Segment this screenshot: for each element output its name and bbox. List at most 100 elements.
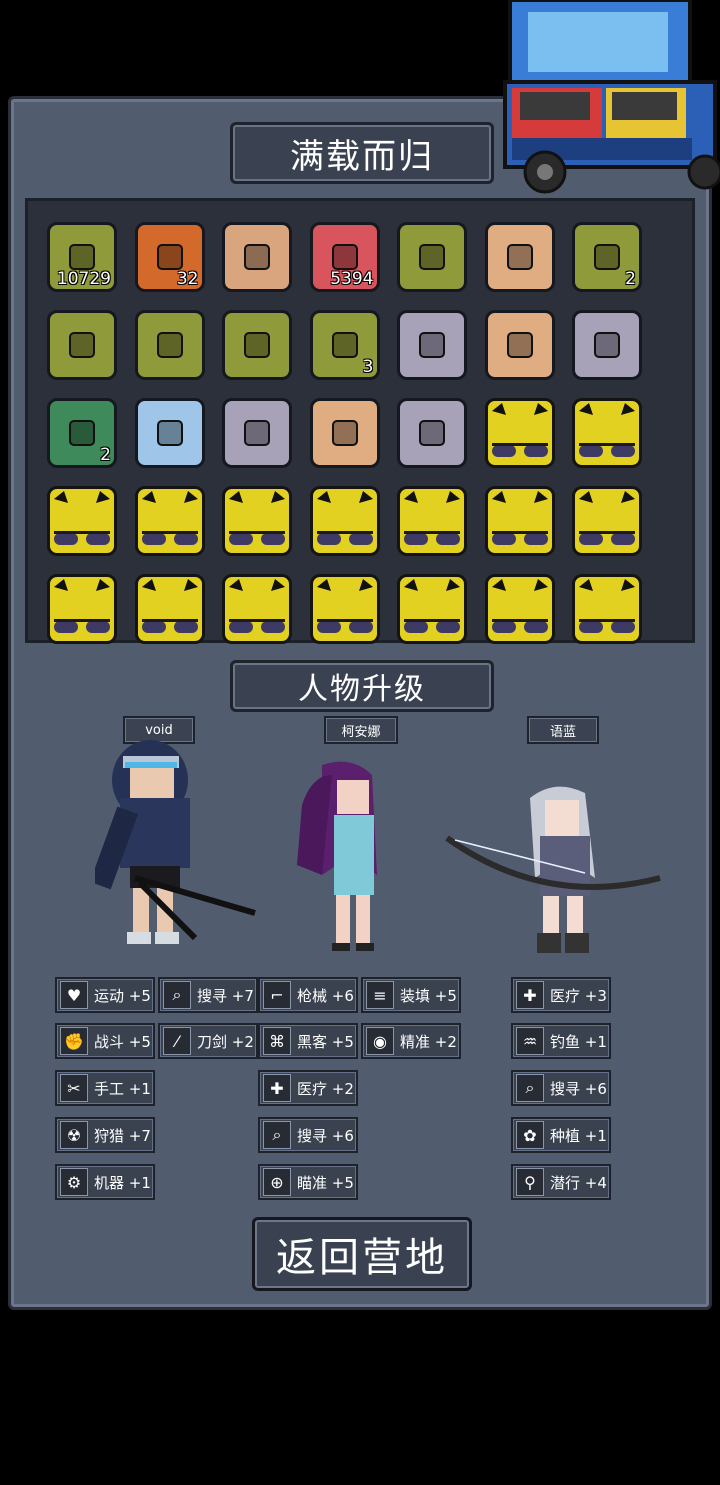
- plant-icon: ✿: [516, 1121, 544, 1149]
- loot-slot[interactable]: [222, 398, 292, 468]
- loot-slot[interactable]: 2: [47, 398, 117, 468]
- locked-slot: [397, 486, 467, 556]
- loot-slot[interactable]: [222, 222, 292, 292]
- gun-icon: ⌐: [263, 981, 291, 1009]
- eye-icon: ◉: [366, 1027, 394, 1055]
- skill-label: 搜寻 +7: [197, 986, 254, 1005]
- skill-badge: ◉ 精准 +2: [361, 1023, 461, 1059]
- skill-badge: ⁄ 刀剑 +2: [158, 1023, 258, 1059]
- character-yulan-sprite: [445, 786, 661, 953]
- cloth-icon: [325, 325, 365, 365]
- skill-badge: ✂ 手工 +1: [55, 1070, 155, 1106]
- character-name-keana-text: 柯安娜: [341, 724, 381, 740]
- loot-slot[interactable]: 32: [134, 222, 205, 292]
- skill-label: 搜寻 +6: [550, 1079, 607, 1098]
- loot-slot[interactable]: [309, 398, 380, 468]
- loot-slot[interactable]: [47, 310, 117, 380]
- upgrade-title-text: 人物升级: [298, 672, 426, 707]
- skill-badge: ⌐ 枪械 +6: [258, 977, 358, 1013]
- locked-slot: [309, 574, 380, 644]
- locked-slot: [134, 574, 205, 644]
- locked-slot: [309, 486, 380, 556]
- ammo-icon: ≡: [366, 981, 394, 1009]
- skill-badge: ⚲ 潜行 +4: [511, 1164, 611, 1200]
- stone-icon: [500, 325, 540, 365]
- hacker-icon: ⌘: [263, 1027, 291, 1055]
- skill-badge: ✚ 医疗 +2: [258, 1070, 358, 1106]
- skill-label: 医疗 +2: [297, 1079, 354, 1098]
- locked-cat-icon: [138, 577, 202, 641]
- loot-slot[interactable]: 5394: [309, 222, 380, 292]
- locked-slot: [134, 486, 205, 556]
- loot-slot[interactable]: [572, 310, 642, 380]
- skill-label: 医疗 +3: [550, 986, 607, 1005]
- character-void-sprite: [95, 740, 256, 944]
- loot-slot[interactable]: [222, 310, 292, 380]
- locked-cat-icon: [488, 401, 552, 465]
- loot-slot[interactable]: [397, 310, 467, 380]
- scissors-icon: ✂: [60, 1074, 88, 1102]
- skill-label: 刀剑 +2: [197, 1032, 254, 1051]
- magnifier-icon: ⌕: [263, 1121, 291, 1149]
- item-count: 2: [625, 269, 636, 289]
- skill-label: 搜寻 +6: [297, 1126, 354, 1145]
- rope-icon: [500, 237, 540, 277]
- loot-slot[interactable]: 2: [572, 222, 642, 292]
- character-keana-sprite: [297, 761, 377, 951]
- skill-label: 手工 +1: [94, 1079, 151, 1098]
- skill-badge: ⌕ 搜寻 +6: [511, 1070, 611, 1106]
- skill-badge: ♒ 钓鱼 +1: [511, 1023, 611, 1059]
- throwing-knives-icon: [412, 325, 452, 365]
- loot-title-text: 满载而归: [290, 136, 434, 177]
- locked-cat-icon: [50, 489, 114, 553]
- locked-cat-icon: [50, 577, 114, 641]
- locked-slot: [484, 398, 555, 468]
- sneaker-icon: [325, 413, 365, 453]
- locked-slot: [572, 574, 642, 644]
- skill-label: 潜行 +4: [550, 1173, 607, 1192]
- character-name-void-text: void: [145, 722, 173, 738]
- loot-slot[interactable]: [397, 222, 467, 292]
- item-count: 10729: [56, 269, 111, 289]
- item-count: 5394: [330, 269, 374, 289]
- skill-badge: ⌘ 黑客 +5: [258, 1023, 358, 1059]
- loot-slot[interactable]: [397, 398, 467, 468]
- wood-log-icon: [62, 413, 102, 453]
- stealth-icon: ⚲: [516, 1168, 544, 1196]
- skill-badge: ⌕ 搜寻 +7: [158, 977, 258, 1013]
- return-camp-button[interactable]: 返回营地: [252, 1217, 472, 1291]
- loot-slot[interactable]: 3: [309, 310, 380, 380]
- skill-badge: ⊕ 瞄准 +5: [258, 1164, 358, 1200]
- character-name-yulan: 语蓝: [527, 716, 599, 744]
- rifle-icon: [237, 413, 277, 453]
- skill-label: 精准 +2: [400, 1032, 457, 1051]
- locked-cat-icon: [575, 489, 639, 553]
- locked-cat-icon: [225, 577, 289, 641]
- loot-slot[interactable]: 10729: [47, 222, 117, 292]
- locked-cat-icon: [488, 577, 552, 641]
- magnifier-icon: ⌕: [516, 1074, 544, 1102]
- medical-icon: ✚: [263, 1074, 291, 1102]
- locked-cat-icon: [313, 577, 377, 641]
- skill-label: 钓鱼 +1: [550, 1032, 607, 1051]
- sword-icon: ⁄: [163, 1027, 191, 1055]
- locked-cat-icon: [575, 401, 639, 465]
- milk-bottle-icon: [237, 325, 277, 365]
- loot-slot[interactable]: [484, 310, 555, 380]
- return-camp-label: 返回营地: [276, 1235, 448, 1281]
- skill-badge: ≡ 装填 +5: [361, 977, 461, 1013]
- crosshair-icon: ⊕: [263, 1168, 291, 1196]
- hunting-icon: ☢: [60, 1121, 88, 1149]
- herb-leaf-icon: [587, 237, 627, 277]
- skill-label: 黑客 +5: [297, 1032, 354, 1051]
- loot-slot[interactable]: [484, 222, 555, 292]
- locked-slot: [222, 486, 292, 556]
- raw-meat-icon: [62, 325, 102, 365]
- skill-label: 瞄准 +5: [297, 1173, 354, 1192]
- loot-slot[interactable]: [134, 398, 205, 468]
- loot-slot[interactable]: [134, 310, 205, 380]
- skill-label: 种植 +1: [550, 1126, 607, 1145]
- locked-cat-icon: [225, 489, 289, 553]
- skill-label: 运动 +5: [94, 986, 151, 1005]
- character-name-yulan-text: 语蓝: [549, 724, 576, 740]
